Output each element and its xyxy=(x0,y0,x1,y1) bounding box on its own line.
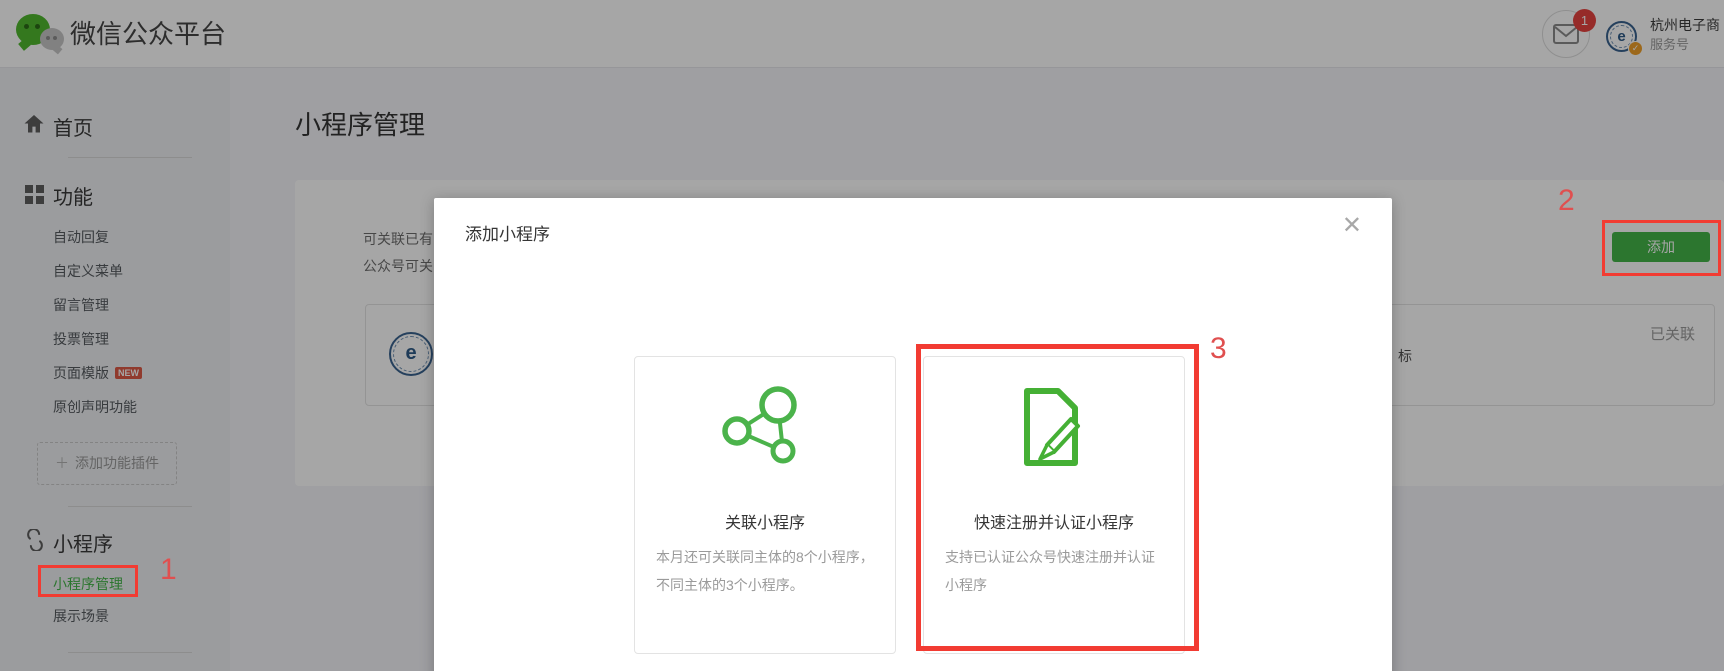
card-title: 关联小程序 xyxy=(635,509,895,533)
annotation-number-1: 1 xyxy=(160,553,177,587)
annotation-box-3 xyxy=(916,344,1199,651)
modal-title: 添加小程序 xyxy=(465,220,550,245)
card-description: 本月还可关联同主体的8个小程序， 不同主体的3个小程序。 xyxy=(656,543,874,599)
add-miniprogram-modal: 添加小程序 ✕ 关联小程序 本月还可关联同主体的8个小程序， 不同主体的3个小程… xyxy=(434,198,1392,671)
close-icon[interactable]: ✕ xyxy=(1342,214,1362,238)
link-miniprogram-card[interactable]: 关联小程序 本月还可关联同主体的8个小程序， 不同主体的3个小程序。 xyxy=(634,356,896,654)
wechat-mp-admin-page: 微信公众平台 1 e ✓ 杭州电子商 服务号 首页 功能 自动回复 自定义菜单 xyxy=(0,0,1724,671)
link-network-icon xyxy=(635,383,895,480)
annotation-number-2: 2 xyxy=(1558,184,1575,218)
annotation-box-1 xyxy=(38,565,138,597)
annotation-box-2 xyxy=(1602,220,1721,276)
annotation-number-3: 3 xyxy=(1210,332,1227,366)
